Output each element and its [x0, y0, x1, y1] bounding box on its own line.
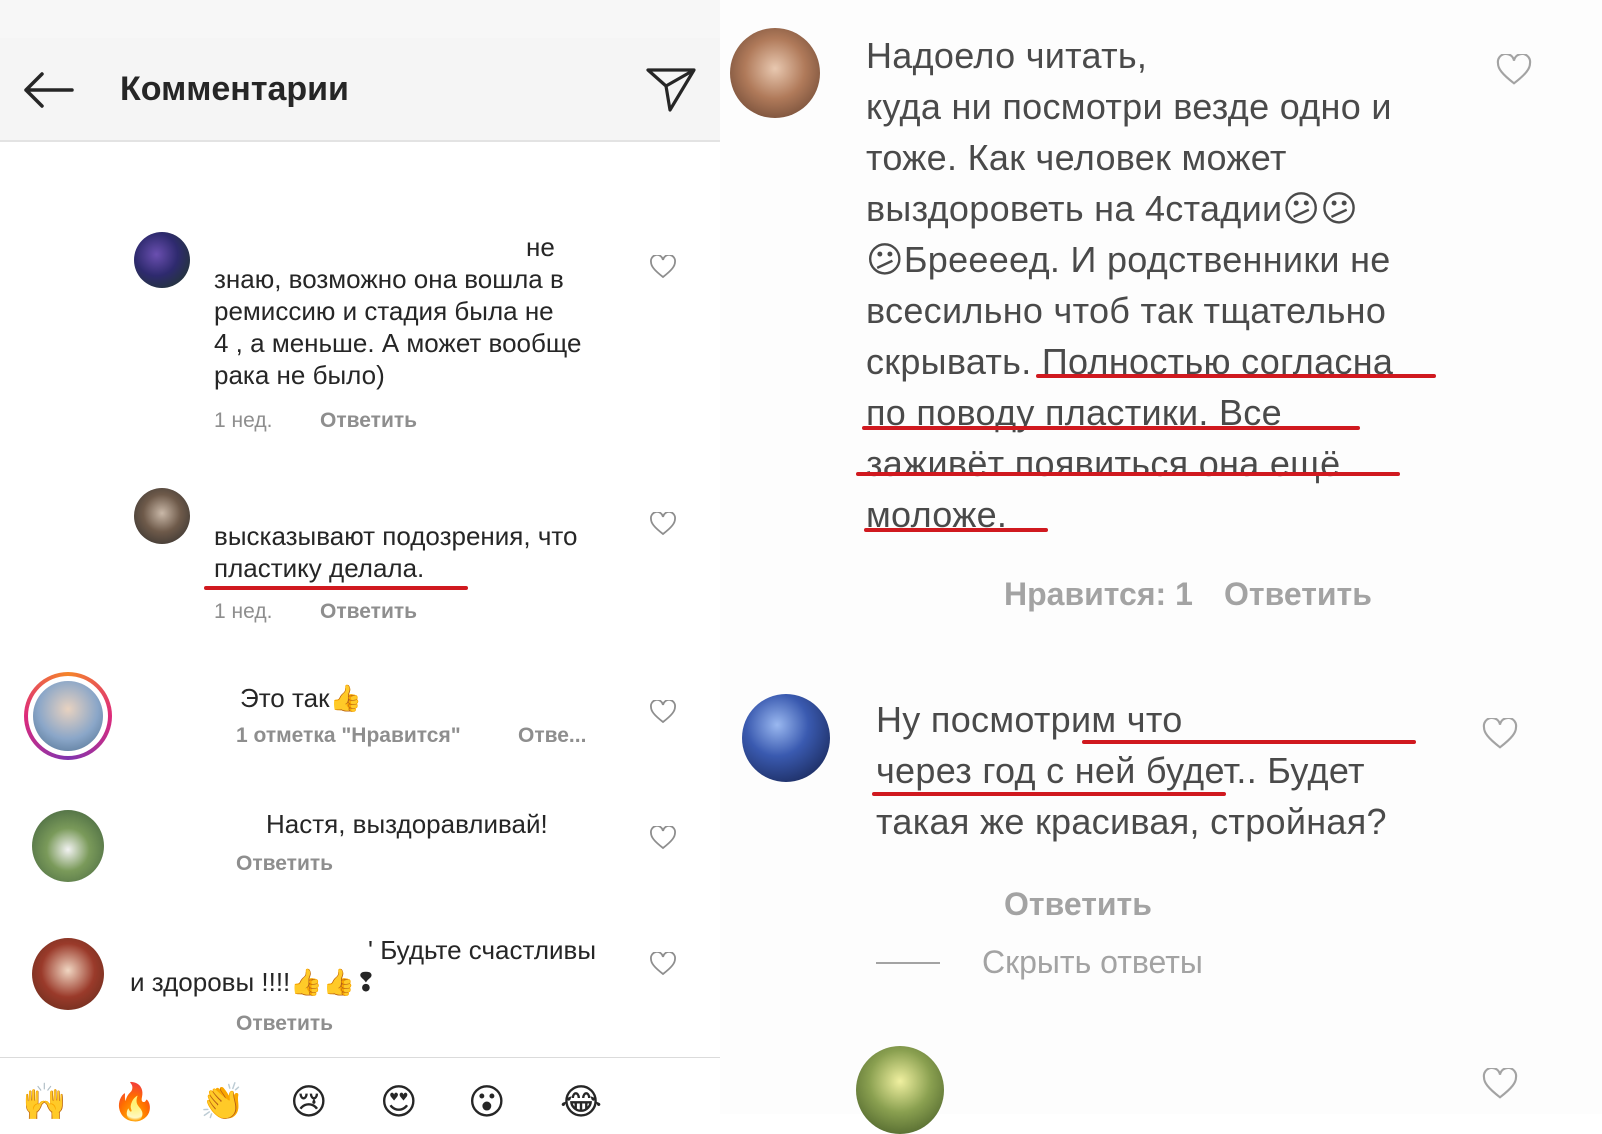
- comment-time: 1 нед.: [214, 409, 273, 432]
- emoji-fire[interactable]: 🔥: [112, 1082, 157, 1122]
- likes-count[interactable]: 1 отметка "Нравится": [236, 724, 461, 748]
- comment-text-rest: и здоровы !!!!👍👍❢: [130, 967, 377, 997]
- emoji-heart-eyes[interactable]: 😍: [380, 1082, 418, 1122]
- red-underline: [1036, 374, 1436, 378]
- red-underline: [862, 426, 1360, 430]
- comment-text: Это так👍: [240, 683, 362, 713]
- heart-icon[interactable]: [1482, 718, 1518, 750]
- comment-text-rest: знаю, возможно она вошла в ремиссию и ст…: [214, 264, 582, 390]
- avatar[interactable]: [134, 488, 190, 544]
- reply-button[interactable]: Отве...: [518, 724, 586, 748]
- comment-text-first: ' Будьте счастливы: [368, 935, 597, 965]
- avatar[interactable]: [742, 694, 830, 782]
- likes-count[interactable]: Нравится: 1: [1004, 576, 1193, 613]
- emoji-crying[interactable]: 😢: [290, 1082, 328, 1122]
- comment-text: ' Будьте счастливы и здоровы !!!!👍👍❢: [130, 934, 620, 998]
- reply-button[interactable]: Ответить: [236, 1012, 333, 1036]
- heart-icon[interactable]: [650, 700, 676, 724]
- avatar-story-ring[interactable]: [24, 672, 112, 760]
- comment-text: Надоело читать, куда ни посмотри везде о…: [866, 35, 1394, 535]
- heart-icon[interactable]: [650, 512, 676, 536]
- red-underline: [872, 792, 1226, 796]
- heart-icon[interactable]: [650, 952, 676, 976]
- hide-replies-line: [876, 962, 940, 964]
- avatar[interactable]: [134, 232, 190, 288]
- comment-text-first: не: [526, 232, 555, 262]
- heart-icon[interactable]: [650, 255, 676, 279]
- reply-button[interactable]: Ответить: [320, 409, 417, 433]
- status-strip: [0, 0, 720, 38]
- emoji-surprised[interactable]: 😮: [468, 1082, 506, 1122]
- emoji-clapping[interactable]: 👏: [200, 1082, 245, 1122]
- reply-button[interactable]: Ответить: [1004, 886, 1152, 923]
- page-title: Комментарии: [120, 70, 349, 108]
- comment-text: Настя, выздоравливай!: [266, 809, 548, 839]
- avatar[interactable]: [730, 28, 820, 118]
- avatar[interactable]: [856, 1046, 944, 1134]
- avatar[interactable]: [32, 810, 104, 882]
- comment-text: не знаю, возможно она вошла в ремиссию и…: [214, 231, 634, 391]
- paper-plane-icon[interactable]: [646, 66, 696, 112]
- hide-replies-button[interactable]: Скрыть ответы: [982, 944, 1203, 981]
- red-underline: [204, 586, 468, 590]
- reply-button[interactable]: Ответить: [1224, 576, 1372, 613]
- red-underline: [864, 528, 1048, 532]
- right-screenshot: Надоело читать, куда ни посмотри везде о…: [720, 0, 1602, 1134]
- reply-button[interactable]: Ответить: [320, 600, 417, 624]
- red-underline: [856, 472, 1400, 476]
- emoji-tears-of-joy[interactable]: 😂: [560, 1082, 602, 1122]
- comments-header: Комментарии: [0, 38, 720, 142]
- red-underline: [1082, 740, 1416, 744]
- arrow-left-icon[interactable]: [22, 70, 74, 110]
- divider: [0, 1057, 720, 1058]
- left-screenshot: Комментарии не знаю, возможно она вошла …: [0, 0, 720, 1122]
- reply-button[interactable]: Ответить: [236, 852, 333, 876]
- comment-text: Ну посмотрим что через год с ней будет..…: [876, 699, 1387, 842]
- heart-icon[interactable]: [1496, 54, 1532, 86]
- heart-icon[interactable]: [1482, 1068, 1518, 1100]
- avatar[interactable]: [32, 938, 104, 1010]
- comment-text: высказывают подозрения, что пластику дел…: [214, 521, 578, 583]
- emoji-raising-hands[interactable]: 🙌: [22, 1082, 67, 1122]
- comment-time: 1 нед.: [214, 600, 273, 623]
- heart-icon[interactable]: [650, 826, 676, 850]
